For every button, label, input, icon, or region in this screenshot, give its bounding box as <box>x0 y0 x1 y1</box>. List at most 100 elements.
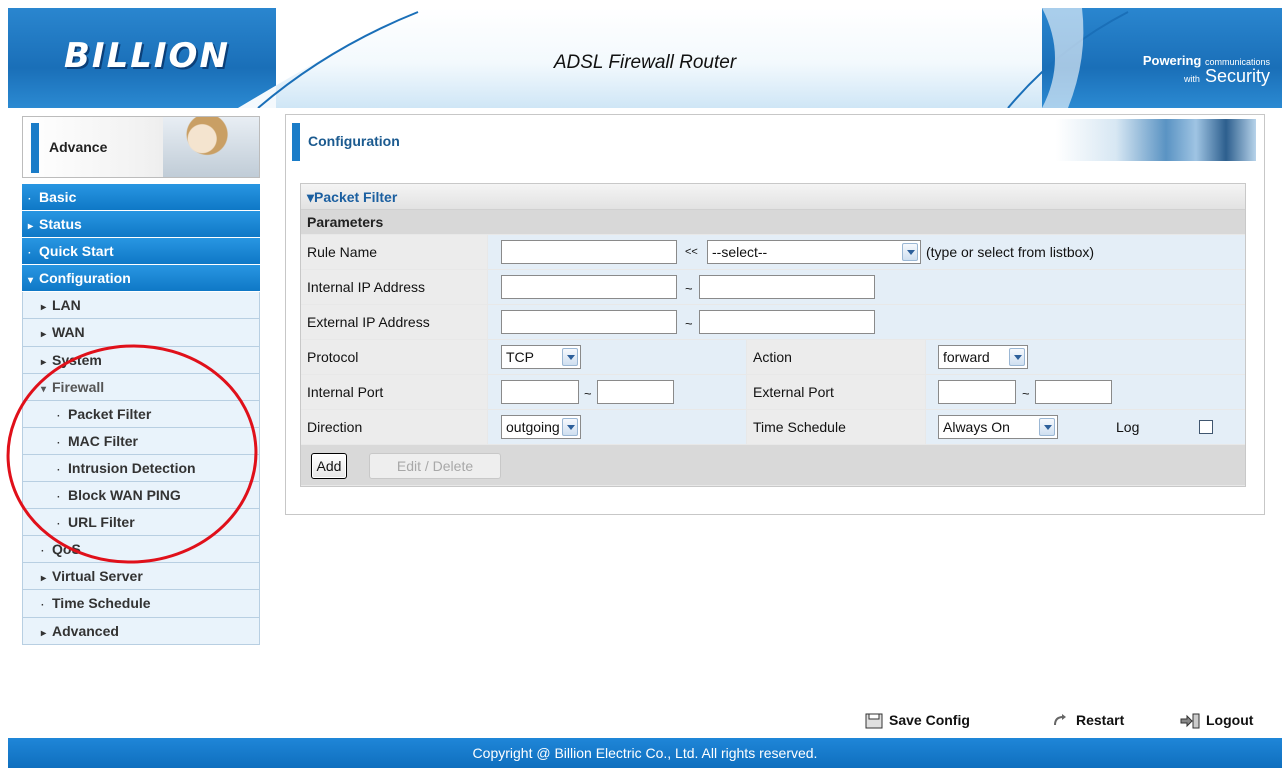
sidebar-item-label: Firewall <box>52 378 105 395</box>
direction-value-cell: outgoing <box>488 410 746 444</box>
external-port-range-sep: ~ <box>1022 386 1030 401</box>
sidebar-item-intrusion-detection[interactable]: · Intrusion Detection <box>22 454 260 483</box>
sidebar-item-label: Time Schedule <box>52 595 151 612</box>
sidebar-item-label: Packet Filter <box>68 405 152 422</box>
rule-name-hint: (type or select from listbox) <box>926 244 1095 260</box>
advance-accent-bar <box>31 123 39 173</box>
action-select[interactable]: forward <box>938 345 1028 369</box>
logout-link[interactable]: Logout <box>1180 712 1253 729</box>
log-label: Log <box>1116 419 1140 435</box>
external-port-start-input[interactable] <box>938 380 1016 404</box>
internal-port-value-cell: ~ <box>488 375 746 409</box>
external-ip-range-sep: ~ <box>685 316 693 331</box>
caret-right-icon: ▸ <box>41 329 47 341</box>
configuration-accent-bar <box>292 123 300 161</box>
external-port-label: External Port <box>747 375 925 409</box>
sidebar-item-label: Configuration <box>39 270 131 287</box>
save-config-link[interactable]: Save Config <box>865 712 970 729</box>
sidebar-item-system[interactable]: ▸ System <box>22 346 260 374</box>
chevron-down-icon <box>902 243 918 261</box>
row-rule-name: Rule Name << --select-- (type or select … <box>301 235 1245 269</box>
external-ip-end-input[interactable] <box>699 310 875 334</box>
rule-name-label: Rule Name <box>301 235 487 269</box>
rule-name-input[interactable] <box>501 240 677 264</box>
external-port-end-input[interactable] <box>1035 380 1112 404</box>
rule-name-select-value: --select-- <box>712 244 768 260</box>
logout-icon <box>1180 713 1200 729</box>
add-button[interactable]: Add <box>311 453 347 479</box>
protocol-select-value: TCP <box>506 349 534 365</box>
sidebar-item-label: Virtual Server <box>52 568 143 585</box>
rule-name-select[interactable]: --select-- <box>707 240 921 264</box>
caret-right-icon: ▸ <box>41 573 47 585</box>
page-header: BILLION ADSL Firewall Router Powering co… <box>8 8 1282 108</box>
direction-select-value: outgoing <box>506 419 560 435</box>
internal-port-end-input[interactable] <box>597 380 674 404</box>
bullet-icon: · <box>28 248 32 260</box>
row-ports: Internal Port ~ External Port ~ <box>301 375 1245 409</box>
action-label: Action <box>747 340 925 374</box>
sidebar-item-status[interactable]: ▸ Status <box>22 211 260 239</box>
protocol-select[interactable]: TCP <box>501 345 581 369</box>
internal-ip-start-input[interactable] <box>501 275 677 299</box>
sidebar-item-label: Block WAN PING <box>68 487 181 504</box>
sidebar-item-label: MAC Filter <box>68 432 138 449</box>
restart-link[interactable]: Restart <box>1052 712 1124 729</box>
caret-right-icon: ▸ <box>41 627 47 639</box>
internal-port-label: Internal Port <box>301 375 487 409</box>
internal-port-start-input[interactable] <box>501 380 579 404</box>
internal-port-range-sep: ~ <box>584 386 592 401</box>
row-direction-schedule: Direction outgoing Time Schedule Always … <box>301 410 1245 444</box>
sidebar-item-mac-filter[interactable]: · MAC Filter <box>22 427 260 455</box>
bullet-icon: · <box>57 437 61 449</box>
configuration-header: Configuration <box>286 115 1264 171</box>
sidebar-item-configuration[interactable]: ▾ Configuration <box>22 265 260 293</box>
sidebar-item-quick-start[interactable]: · Quick Start <box>22 238 260 266</box>
parameters-heading: Parameters <box>301 210 1245 234</box>
log-checkbox[interactable] <box>1199 420 1213 434</box>
bullet-icon: · <box>57 464 61 476</box>
row-protocol-action: Protocol TCP Action forward <box>301 340 1245 374</box>
sidebar-item-block-wan-ping[interactable]: · Block WAN PING <box>22 482 260 510</box>
bullet-icon: · <box>57 492 61 504</box>
sidebar-item-virtual-server[interactable]: ▸ Virtual Server <box>22 563 260 591</box>
sidebar-item-lan[interactable]: ▸ LAN <box>22 292 260 320</box>
sidebar-item-label: Intrusion Detection <box>68 459 196 476</box>
configuration-photo <box>1056 119 1256 161</box>
advance-label: Advance <box>49 139 108 155</box>
chevron-down-icon <box>562 418 578 436</box>
sidebar-item-basic[interactable]: · Basic <box>22 184 260 212</box>
sidebar-item-time-schedule[interactable]: · Time Schedule <box>22 590 260 618</box>
advance-section-header: Advance <box>22 116 260 178</box>
sidebar-item-label: WAN <box>52 324 85 341</box>
caret-right-icon: ▸ <box>41 302 47 314</box>
restart-icon <box>1054 714 1066 726</box>
protocol-label: Protocol <box>301 340 487 374</box>
copyright-bar: Copyright @ Billion Electric Co., Ltd. A… <box>8 738 1282 768</box>
save-icon <box>865 713 883 729</box>
internal-ip-label: Internal IP Address <box>301 270 487 304</box>
configuration-title: Configuration <box>308 133 400 149</box>
sidebar-item-wan[interactable]: ▸ WAN <box>22 319 260 347</box>
bullet-icon: · <box>28 194 32 205</box>
rule-name-arrow: << <box>685 246 698 258</box>
sidebar-item-packet-filter[interactable]: · Packet Filter <box>22 400 260 428</box>
sidebar-item-label: System <box>52 351 102 368</box>
packet-filter-title[interactable]: ▾Packet Filter <box>301 184 1245 210</box>
row-external-ip: External IP Address ~ <box>301 305 1245 339</box>
logout-label: Logout <box>1206 712 1254 728</box>
sidebar-nav: · Basic ▸ Status · Quick Start ▾ Configuration ▸… <box>22 184 260 645</box>
sidebar-item-url-filter[interactable]: · URL Filter <box>22 509 260 537</box>
sidebar-item-label: QoS <box>52 541 81 558</box>
tagline: Powering communications with Security <box>1143 54 1270 86</box>
sidebar-item-advanced[interactable]: ▸ Advanced <box>22 617 260 645</box>
external-ip-start-input[interactable] <box>501 310 677 334</box>
internal-ip-end-input[interactable] <box>699 275 875 299</box>
direction-select[interactable]: outgoing <box>501 415 581 439</box>
edit-delete-button[interactable]: Edit / Delete <box>369 453 501 479</box>
direction-label: Direction <box>301 410 487 444</box>
product-title: ADSL Firewall Router <box>553 52 737 73</box>
sidebar-item-firewall[interactable]: ▾ Firewall <box>22 373 260 401</box>
time-schedule-select[interactable]: Always On <box>938 415 1058 439</box>
sidebar-item-qos[interactable]: · QoS <box>22 536 260 564</box>
